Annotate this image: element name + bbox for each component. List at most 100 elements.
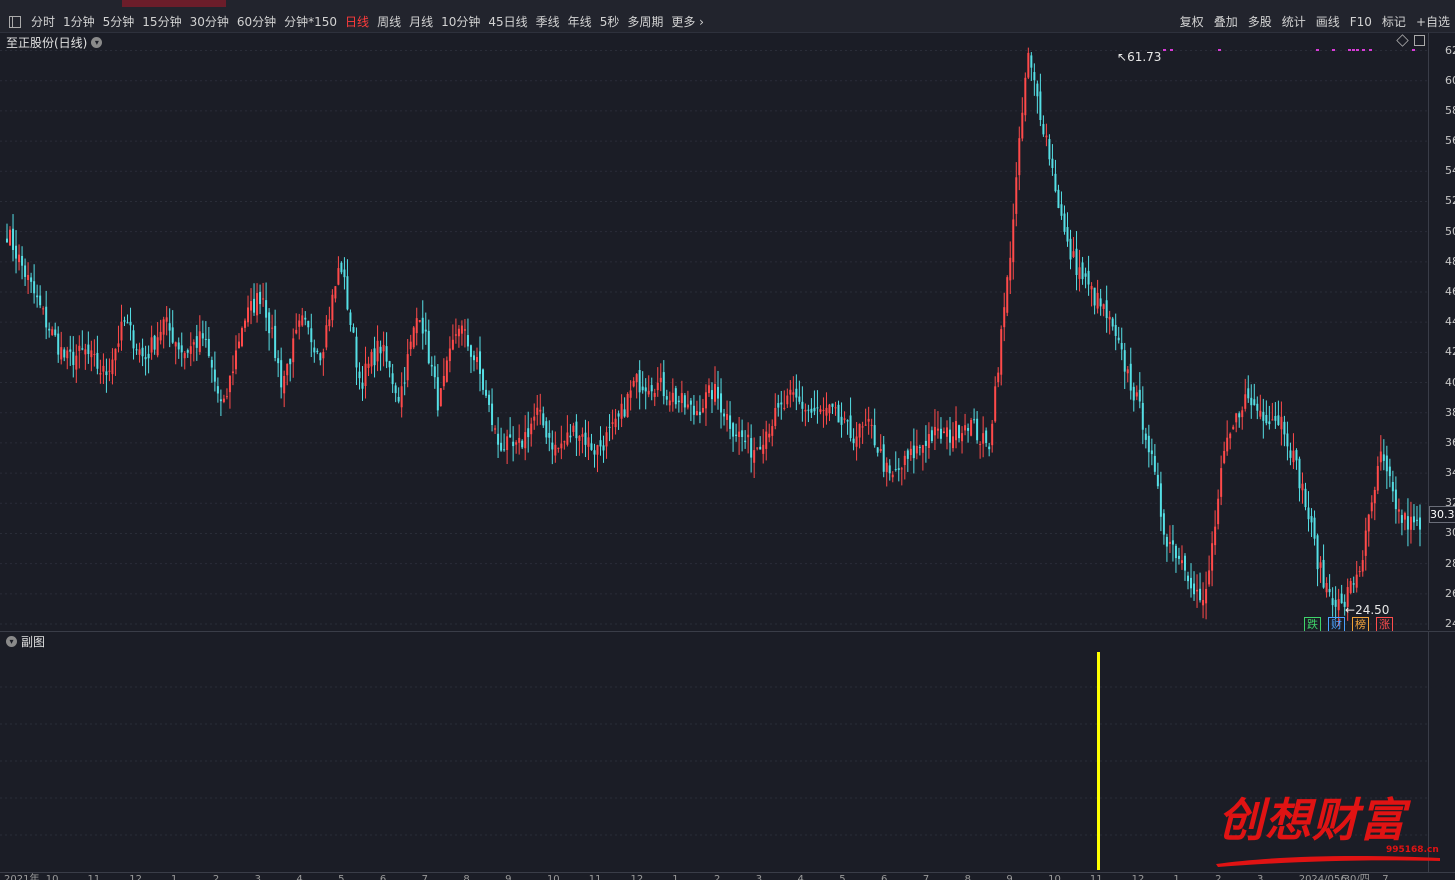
- period-tab[interactable]: 分时: [27, 12, 59, 32]
- candle-body: [1156, 474, 1159, 487]
- chevron-down-icon[interactable]: ▾: [91, 37, 103, 48]
- candle-body: [301, 315, 304, 326]
- chevron-down-icon[interactable]: ▾: [6, 636, 17, 647]
- candle-body: [129, 321, 132, 326]
- candle-body: [855, 436, 858, 447]
- watermark-swoosh: [1216, 856, 1440, 867]
- date-tick-label: 11: [1089, 874, 1103, 880]
- candle-body: [825, 407, 828, 416]
- candle-body: [1214, 526, 1217, 546]
- candle-body: [530, 423, 533, 435]
- candle-body: [936, 428, 939, 431]
- candle-body: [1096, 292, 1099, 309]
- candle-body: [608, 426, 611, 428]
- date-tick-label: 3: [254, 874, 261, 880]
- candle-body: [509, 434, 512, 438]
- tool-button[interactable]: 多股: [1243, 12, 1277, 32]
- candle-body: [268, 312, 271, 334]
- diamond-icon[interactable]: [1396, 34, 1409, 47]
- candle-body: [840, 416, 843, 425]
- event-tag[interactable]: 涨: [1376, 617, 1393, 632]
- candle-body: [370, 351, 373, 367]
- candle-body: [1307, 507, 1310, 520]
- price-tick-label: 30: [1445, 526, 1455, 540]
- candle-body: [1406, 516, 1409, 530]
- candle-body: [1292, 450, 1295, 463]
- period-tab[interactable]: 月线: [405, 12, 437, 32]
- candle-body: [1078, 267, 1081, 279]
- candle-body: [497, 433, 500, 445]
- tool-button[interactable]: 统计: [1277, 12, 1311, 32]
- candle-body: [15, 245, 18, 259]
- candle-body: [1352, 583, 1355, 585]
- period-tab[interactable]: 日线: [341, 12, 373, 32]
- date-tick-label: 10: [546, 874, 560, 880]
- period-tab[interactable]: 60分钟: [233, 12, 280, 32]
- event-tag[interactable]: 跌: [1304, 617, 1321, 632]
- candle-body: [1027, 52, 1030, 78]
- period-tab[interactable]: 45日线: [484, 12, 531, 32]
- period-tab[interactable]: 年线: [564, 12, 596, 32]
- candle-body: [723, 413, 726, 417]
- candle-body: [804, 409, 807, 412]
- candle-body: [1039, 91, 1042, 121]
- date-tick-label: 7: [1382, 874, 1389, 880]
- candle-body: [864, 424, 867, 426]
- candle-body: [213, 369, 216, 382]
- date-tick-label: 2: [212, 874, 220, 880]
- tool-button[interactable]: 复权: [1175, 12, 1209, 32]
- candle-body: [701, 407, 704, 413]
- candle-body: [1280, 416, 1283, 430]
- price-axis[interactable]: 6260585654525048464442403836343230282624: [1428, 33, 1455, 630]
- candle-body: [1274, 415, 1277, 421]
- period-tab[interactable]: 1分钟: [59, 12, 99, 32]
- candle-body: [668, 400, 671, 406]
- candle-body: [1144, 433, 1147, 440]
- candle-body: [265, 300, 268, 318]
- candle-body: [1241, 410, 1244, 418]
- period-tab[interactable]: 10分钟: [437, 12, 484, 32]
- candle-body: [885, 462, 888, 473]
- candle-body: [1358, 571, 1361, 573]
- candle-body: [1042, 124, 1045, 135]
- candle-body: [24, 265, 27, 277]
- layout-toggle-icon[interactable]: [9, 16, 21, 28]
- date-tick-label: 10: [45, 874, 59, 880]
- candle-body: [554, 444, 557, 456]
- panel-divider[interactable]: [0, 631, 1455, 632]
- period-tab[interactable]: 分钟*150: [280, 12, 341, 32]
- period-tab[interactable]: 多周期: [623, 12, 667, 32]
- date-tick-label: 7: [922, 874, 930, 880]
- panel-toggle-icon[interactable]: [1414, 35, 1425, 46]
- period-tab[interactable]: 15分钟: [138, 12, 185, 32]
- candle-body: [75, 355, 78, 370]
- candle-body: [9, 229, 12, 246]
- tool-button[interactable]: 标记: [1377, 12, 1411, 32]
- period-tab[interactable]: 季线: [532, 12, 564, 32]
- tool-button[interactable]: 叠加: [1209, 12, 1243, 32]
- candlestick-chart[interactable]: [0, 33, 1428, 630]
- tool-button[interactable]: F10: [1345, 12, 1377, 32]
- date-tick-label: 5: [338, 874, 345, 880]
- candle-body: [1057, 189, 1060, 208]
- load-progress-bar: [122, 0, 226, 7]
- candle-body: [714, 383, 716, 402]
- period-tab[interactable]: 5秒: [596, 12, 624, 32]
- candle-body: [771, 426, 774, 436]
- candle-body: [964, 425, 967, 431]
- price-tick-label: 52: [1445, 194, 1455, 208]
- period-tab[interactable]: 周线: [373, 12, 405, 32]
- period-tab[interactable]: 30分钟: [186, 12, 233, 32]
- candle-body: [1024, 77, 1027, 116]
- tool-button[interactable]: +自选: [1411, 12, 1455, 32]
- candle-body: [1117, 337, 1120, 341]
- tool-button[interactable]: 画线: [1311, 12, 1345, 32]
- date-tick-label: 8: [964, 874, 971, 880]
- event-tag[interactable]: 榜: [1352, 617, 1369, 632]
- period-tab[interactable]: 更多 ›: [667, 12, 708, 32]
- date-tick-label: 10: [1048, 874, 1061, 880]
- candle-body: [707, 385, 710, 394]
- event-tag[interactable]: 财: [1328, 617, 1345, 632]
- candle-body: [382, 344, 385, 352]
- period-tab[interactable]: 5分钟: [99, 12, 139, 32]
